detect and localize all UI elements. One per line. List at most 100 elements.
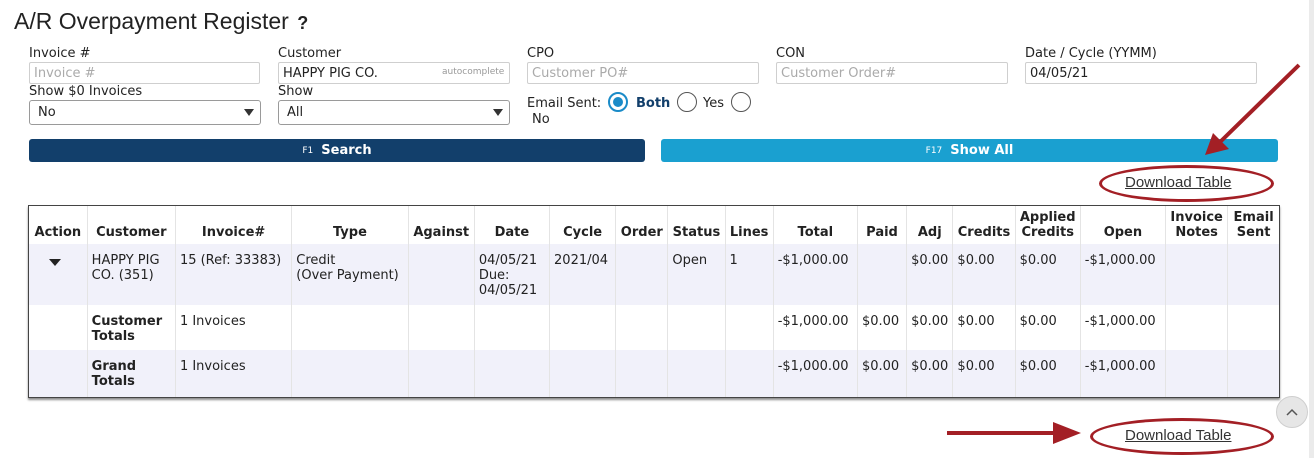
customer-totals-total: -$1,000.00: [772, 305, 858, 350]
col-header-action[interactable]: Action: [29, 206, 87, 244]
show-zero-selected: No: [38, 105, 56, 120]
show-select[interactable]: All: [278, 100, 510, 125]
col-header-status[interactable]: Status: [667, 206, 726, 244]
email-both-radio[interactable]: [608, 92, 628, 112]
grand-totals-paid: $0.00: [856, 350, 907, 397]
col-header-against[interactable]: Against: [407, 206, 475, 244]
col-header-total[interactable]: Total: [772, 206, 858, 244]
table-row: HAPPY PIG CO. (351) 15 (Ref: 33383) Cred…: [29, 244, 1279, 305]
page-title: A/R Overpayment Register ?: [14, 8, 309, 34]
chevron-up-icon: [1286, 408, 1298, 416]
invoice-cell: 15 (Ref: 33383): [174, 244, 292, 305]
chevron-down-icon: [493, 109, 503, 116]
con-label: CON: [776, 46, 806, 61]
col-header-credits[interactable]: Credits: [952, 206, 1016, 244]
col-header-type[interactable]: Type: [291, 206, 409, 244]
col-header-open[interactable]: Open: [1079, 206, 1166, 244]
col-header-invoice[interactable]: Invoice#: [174, 206, 292, 244]
invoice-notes-cell: [1165, 244, 1228, 305]
show-zero-label: Show $0 Invoices: [29, 84, 143, 99]
autocomplete-hint: autocomplete: [442, 67, 505, 77]
status-cell: Open: [667, 244, 726, 305]
due-date-value: Due: 04/05/21: [478, 268, 538, 298]
grand-totals-total: -$1,000.00: [772, 350, 858, 397]
customer-cell: HAPPY PIG CO. (351): [86, 244, 176, 305]
col-header-invoice-notes[interactable]: Invoice Notes: [1165, 206, 1228, 244]
lines-cell: 1: [724, 244, 774, 305]
type-line-1: Credit: [296, 253, 336, 268]
cycle-cell: 2021/04: [549, 244, 616, 305]
customer-totals-invoices: 1 Invoices: [174, 305, 292, 350]
show-selected: All: [287, 105, 304, 120]
type-cell: Credit (Over Payment): [291, 244, 409, 305]
date-value: 04/05/21: [478, 253, 538, 268]
grand-totals-label: Grand Totals: [86, 350, 176, 397]
customer-totals-label: Customer Totals: [86, 305, 176, 350]
download-table-link-top[interactable]: Download Table: [1125, 174, 1231, 191]
applied-credits-cell: $0.00: [1014, 244, 1081, 305]
col-header-applied-credits[interactable]: Applied Credits: [1014, 206, 1081, 244]
grand-totals-invoices: 1 Invoices: [174, 350, 292, 397]
date-cell: 04/05/21 Due: 04/05/21: [473, 244, 550, 305]
search-button[interactable]: F1 Search: [29, 139, 645, 162]
col-header-adj[interactable]: Adj: [906, 206, 953, 244]
against-cell: [407, 244, 475, 305]
grand-totals-row: Grand Totals 1 Invoices -$1,000.00 $0.00…: [29, 350, 1279, 397]
paid-cell: [856, 244, 907, 305]
grand-totals-adj: $0.00: [906, 350, 953, 397]
customer-totals-row: Customer Totals 1 Invoices -$1,000.00 $0…: [29, 305, 1279, 350]
email-yes-label[interactable]: Yes: [703, 96, 724, 111]
chevron-down-icon: [244, 109, 254, 116]
grand-totals-credits: $0.00: [952, 350, 1016, 397]
scroll-to-top-button[interactable]: [1276, 396, 1308, 428]
email-sent-cell: [1227, 244, 1279, 305]
annotation-arrow-bottom: [947, 422, 1081, 444]
date-cycle-label: Date / Cycle (YYMM): [1025, 46, 1157, 61]
con-input[interactable]: [776, 62, 1008, 84]
show-all-button[interactable]: F17 Show All: [661, 139, 1278, 162]
customer-totals-adj: $0.00: [906, 305, 953, 350]
caret-down-icon[interactable]: [49, 259, 61, 266]
register-table: Action Customer Invoice# Type Against Da…: [28, 205, 1280, 398]
invoice-input[interactable]: [29, 62, 260, 84]
invoice-label: Invoice #: [29, 46, 91, 61]
show-zero-select[interactable]: No: [29, 100, 261, 125]
col-header-lines[interactable]: Lines: [724, 206, 774, 244]
cpo-input[interactable]: [527, 62, 759, 84]
grand-totals-open: -$1,000.00: [1079, 350, 1166, 397]
customer-totals-paid: $0.00: [856, 305, 907, 350]
col-header-cycle[interactable]: Cycle: [549, 206, 616, 244]
email-no-label[interactable]: No: [532, 112, 550, 127]
table-header-row: Action Customer Invoice# Type Against Da…: [29, 206, 1279, 244]
show-all-button-label: Show All: [950, 143, 1014, 158]
email-yes-radio[interactable]: [677, 92, 697, 112]
page-scrollbar-track[interactable]: [1309, 0, 1314, 458]
annotation-arrow-top: [1205, 63, 1301, 155]
credits-cell: $0.00: [952, 244, 1016, 305]
search-button-label: Search: [321, 143, 372, 158]
customer-totals-applied-credits: $0.00: [1014, 305, 1081, 350]
email-no-radio[interactable]: [731, 92, 751, 112]
cpo-label: CPO: [527, 46, 555, 61]
action-cell: [29, 244, 88, 305]
total-cell: -$1,000.00: [772, 244, 858, 305]
help-icon[interactable]: ?: [297, 13, 308, 33]
grand-totals-applied-credits: $0.00: [1014, 350, 1081, 397]
email-both-label[interactable]: Both: [636, 96, 670, 111]
email-sent-label: Email Sent:: [527, 96, 602, 111]
search-shortcut-key: F1: [302, 145, 314, 156]
col-header-date[interactable]: Date: [473, 206, 550, 244]
col-header-paid[interactable]: Paid: [856, 206, 907, 244]
download-table-link-bottom[interactable]: Download Table: [1125, 427, 1231, 444]
col-header-order[interactable]: Order: [615, 206, 668, 244]
col-header-email-sent[interactable]: Email Sent: [1227, 206, 1279, 244]
customer-label: Customer: [278, 46, 342, 61]
customer-totals-credits: $0.00: [952, 305, 1016, 350]
order-cell: [615, 244, 668, 305]
customer-totals-open: -$1,000.00: [1079, 305, 1166, 350]
type-line-2: (Over Payment): [296, 268, 399, 283]
adj-cell: $0.00: [906, 244, 953, 305]
show-label: Show: [278, 84, 314, 99]
col-header-customer[interactable]: Customer: [86, 206, 176, 244]
show-all-shortcut-key: F17: [925, 145, 943, 156]
